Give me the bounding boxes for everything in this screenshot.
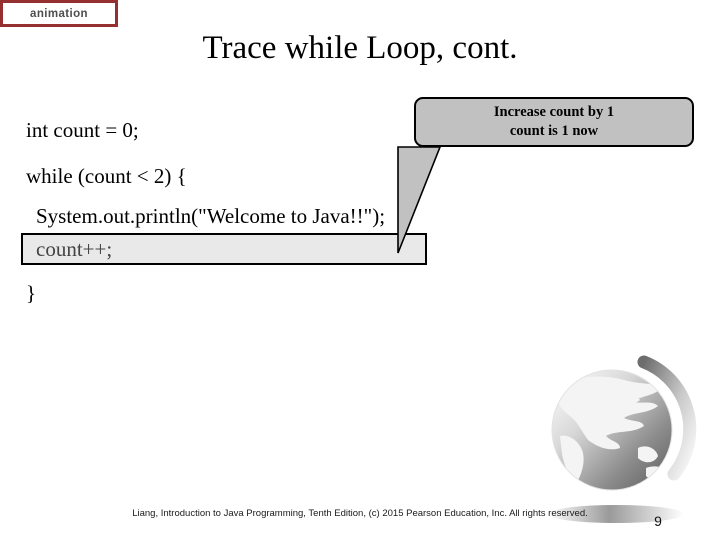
animation-badge-label: animation — [30, 7, 88, 20]
callout-tail-shape — [397, 146, 442, 254]
page-title: Trace while Loop, cont. — [202, 30, 518, 66]
callout-line-2: count is 1 now — [509, 123, 599, 139]
callout-line-1: Increase count by 1 — [493, 104, 615, 120]
slide-canvas: animation Trace while Loop, cont. int co… — [0, 0, 720, 540]
callout-bubble: Increase count by 1 count is 1 now — [414, 97, 694, 147]
code-line-declaration: int count = 0; — [26, 118, 139, 142]
code-line-while: while (count < 2) { — [26, 164, 187, 188]
footer-credit: Liang, Introduction to Java Programming,… — [132, 508, 588, 519]
code-line-println: System.out.println("Welcome to Java!!"); — [36, 204, 386, 228]
code-line-increment: count++; — [36, 237, 113, 261]
code-line-closing-brace: } — [26, 281, 37, 305]
page-number: 9 — [654, 513, 662, 529]
animation-badge: animation — [0, 0, 118, 27]
